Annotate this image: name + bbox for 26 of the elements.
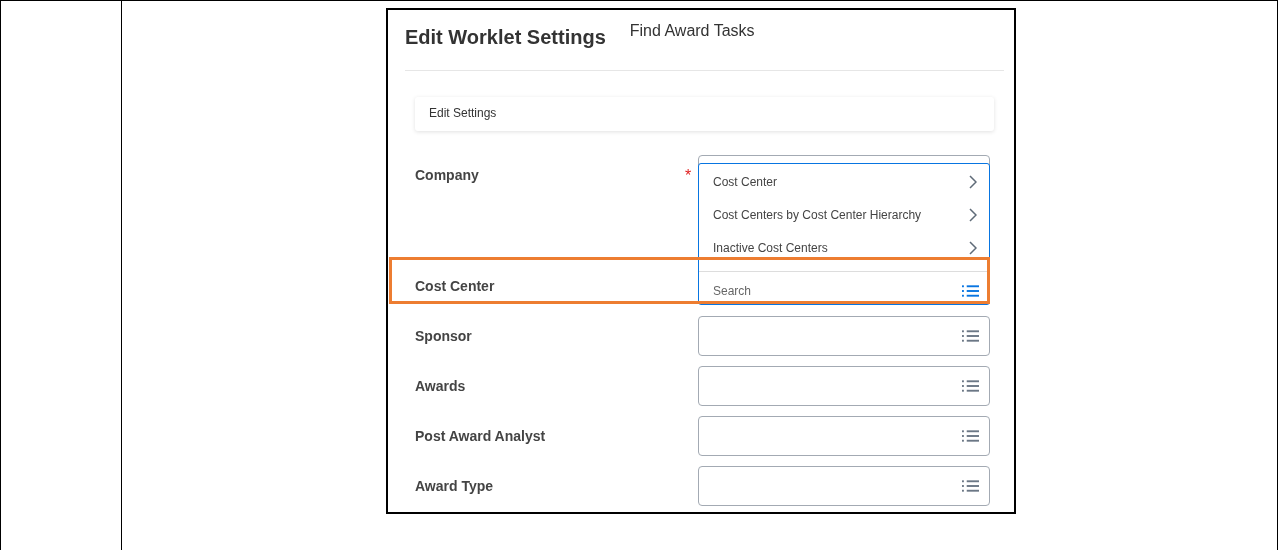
search-field[interactable]: Search [713,284,962,298]
menu-item[interactable]: Cost Center [699,165,989,198]
field-label: Awards [414,378,467,394]
field-label: Post Award Analyst [414,428,547,444]
chevron-right-icon [969,174,977,189]
list-icon[interactable] [962,284,979,298]
chevron-right-icon [969,240,977,255]
field-label: Cost Center [414,278,496,294]
field-label: Company [414,167,480,183]
input-field[interactable] [698,366,990,406]
list-icon[interactable] [962,429,979,443]
list-icon[interactable] [962,479,979,493]
menu-item[interactable]: Cost Centers by Cost Center Hierarchy [699,198,989,231]
menu-item[interactable]: Inactive Cost Centers [699,231,989,264]
input-field[interactable] [698,416,990,456]
page-title: Edit Worklet Settings [405,26,606,49]
input-field[interactable] [698,316,990,356]
required-asterisk: * [685,167,692,185]
list-icon[interactable] [962,329,979,343]
tab-link[interactable]: Find Award Tasks [629,22,755,40]
input-field[interactable] [698,466,990,506]
field-label: Award Type [414,478,495,494]
chevron-right-icon [969,207,977,222]
section-header: Edit Settings [415,97,994,131]
field-label: Sponsor [414,328,473,344]
list-icon[interactable] [962,379,979,393]
